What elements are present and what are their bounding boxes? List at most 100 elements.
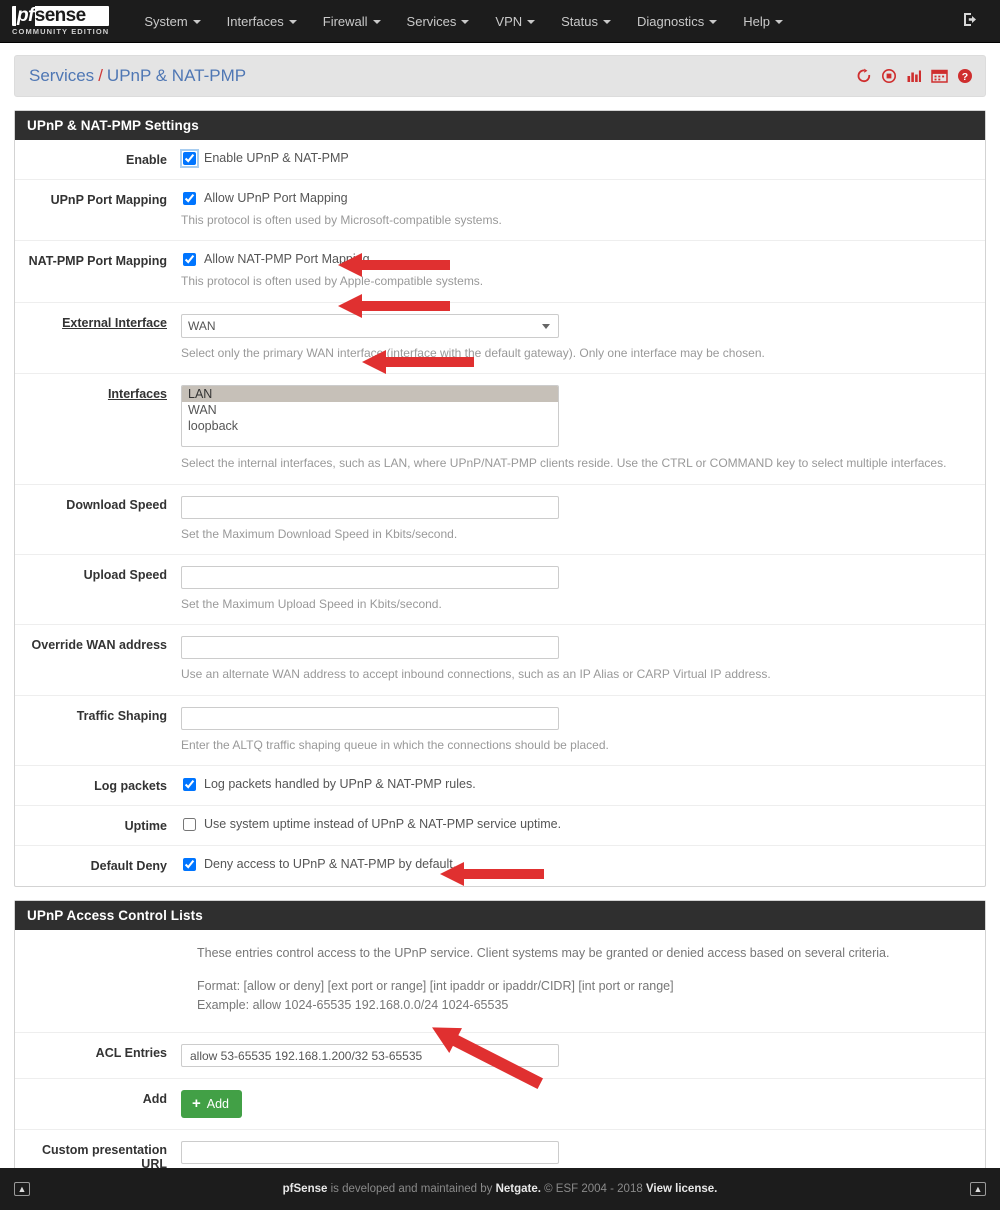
acl-example-line: Example: allow 1024-65535 192.168.0.0/24… <box>197 997 509 1012</box>
help-icon[interactable]: ? <box>957 68 973 84</box>
log-packets-checkbox[interactable] <box>183 777 196 791</box>
nav-item-help[interactable]: Help <box>730 2 796 41</box>
log-packets-checkbox-line[interactable]: Log packets handled by UPnP & NAT-PMP ru… <box>181 777 969 791</box>
add-row: Add + Add <box>15 1079 985 1131</box>
interfaces-option-lan[interactable]: LAN <box>182 386 558 402</box>
logout-glyph <box>964 12 976 26</box>
external-interface-select[interactable]: WAN LAN loopback <box>181 313 559 338</box>
stop-glyph <box>882 69 896 83</box>
acl-panel-title: UPnP Access Control Lists <box>15 901 985 931</box>
brand-subtitle: COMMUNITY EDITION <box>12 27 110 36</box>
natpmp-port-mapping-control: Allow NAT-PMP Port Mapping This protocol… <box>181 252 985 290</box>
enable-checkbox-label: Enable UPnP & NAT-PMP <box>204 151 349 165</box>
brand-sense: sense <box>34 5 86 26</box>
log-packets-checkbox-label: Log packets handled by UPnP & NAT-PMP ru… <box>204 777 476 792</box>
uptime-checkbox-label: Use system uptime instead of UPnP & NAT-… <box>204 817 562 832</box>
add-acl-button[interactable]: + Add <box>181 1090 243 1119</box>
footer-right-icon[interactable]: ▲ <box>970 1182 986 1196</box>
upnp-port-mapping-label: UPnP Port Mapping <box>50 193 167 207</box>
nav-item-status[interactable]: Status <box>548 2 624 41</box>
chevron-down-icon <box>774 20 783 25</box>
external-interface-label[interactable]: External Interface <box>15 314 181 362</box>
enable-checkbox[interactable] <box>180 148 199 168</box>
plus-icon: + <box>192 1095 201 1113</box>
add-label: Add <box>142 1092 167 1107</box>
acl-entries-input[interactable] <box>181 1044 559 1068</box>
uptime-checkbox-line[interactable]: Use system uptime instead of UPnP & NAT-… <box>181 817 969 831</box>
default-deny-checkbox-line[interactable]: Deny access to UPnP & NAT-PMP by default… <box>181 857 969 871</box>
traffic-shaping-row: Traffic Shaping Enter the ALTQ traffic s… <box>15 696 985 767</box>
nav-item-diagnostics[interactable]: Diagnostics <box>624 2 730 41</box>
footer-company: Netgate. <box>495 1183 541 1195</box>
navbar-menu: System Interfaces Firewall Services VPN … <box>131 2 957 41</box>
top-navbar: pfsense COMMUNITY EDITION System Interfa… <box>0 0 1000 43</box>
question-circle-glyph: ? <box>958 69 972 83</box>
nav-item-interfaces[interactable]: Interfaces <box>214 2 310 41</box>
upnp-port-mapping-checkbox-label: Allow UPnP Port Mapping <box>204 191 348 205</box>
external-interface-row: External Interface WAN LAN loopback Sele… <box>15 303 985 375</box>
upnp-port-mapping-checkbox[interactable] <box>183 191 196 205</box>
natpmp-port-mapping-checkbox[interactable] <box>183 252 196 266</box>
default-deny-label: Default Deny <box>90 859 167 874</box>
uptime-label: Uptime <box>124 819 167 834</box>
add-control: + Add <box>181 1090 985 1119</box>
download-speed-input[interactable] <box>181 495 559 519</box>
bar-chart-glyph <box>907 70 921 82</box>
stop-service-icon[interactable] <box>881 68 897 84</box>
interfaces-option-wan[interactable]: WAN <box>182 402 558 418</box>
nav-item-services[interactable]: Services <box>394 2 483 41</box>
nav-label: System <box>144 13 188 29</box>
nav-item-vpn[interactable]: VPN <box>482 2 548 41</box>
breadcrumb-separator: / <box>98 66 103 85</box>
acl-format-block: Format: [allow or deny] [ext port or ran… <box>197 977 969 1015</box>
upnp-port-mapping-help: This protocol is often used by Microsoft… <box>181 213 502 227</box>
interfaces-control: LAN WAN loopback Select the internal int… <box>181 385 985 472</box>
uptime-control: Use system uptime instead of UPnP & NAT-… <box>181 817 985 834</box>
default-deny-row: Default Deny Deny access to UPnP & NAT-P… <box>15 846 985 886</box>
breadcrumb-parent[interactable]: Services <box>29 66 94 85</box>
natpmp-port-mapping-help: This protocol is often used by Apple-com… <box>181 274 484 289</box>
interfaces-multiselect[interactable]: LAN WAN loopback <box>181 385 559 448</box>
upload-speed-input[interactable] <box>181 565 559 589</box>
breadcrumb-area: Services / UPnP & NAT-PMP ? <box>0 43 1000 97</box>
traffic-shaping-input[interactable] <box>181 706 559 730</box>
footer-copyright: © ESF 2004 - 2018 <box>540 1183 646 1195</box>
custom-presentation-url-input[interactable] <box>181 1141 559 1165</box>
logout-icon[interactable] <box>957 8 986 35</box>
upnp-port-mapping-checkbox-line[interactable]: Allow UPnP Port Mapping <box>181 191 969 205</box>
nav-label: Status <box>561 13 598 29</box>
default-deny-control: Deny access to UPnP & NAT-PMP by default… <box>181 857 985 875</box>
override-wan-address-input[interactable] <box>181 636 559 660</box>
chevron-down-icon <box>709 20 718 25</box>
interfaces-option-loopback[interactable]: loopback <box>182 418 558 434</box>
acl-entries-control <box>181 1044 985 1068</box>
restart-service-icon[interactable] <box>856 68 872 84</box>
natpmp-port-mapping-label: NAT-PMP Port Mapping <box>28 254 167 269</box>
override-wan-address-control: Use an alternate WAN address to accept i… <box>181 636 985 683</box>
status-graph-icon[interactable] <box>906 68 922 84</box>
natpmp-port-mapping-row: NAT-PMP Port Mapping Allow NAT-PMP Port … <box>15 241 985 303</box>
uptime-checkbox[interactable] <box>183 817 196 831</box>
download-speed-label: Download Speed <box>66 497 167 512</box>
acl-description: These entries control access to the UPnP… <box>197 946 890 961</box>
default-deny-checkbox[interactable] <box>183 857 196 871</box>
chevron-down-icon <box>192 20 201 25</box>
upnp-port-mapping-control: Allow UPnP Port Mapping This protocol is… <box>181 191 985 229</box>
download-speed-help: Set the Maximum Download Speed in Kbits/… <box>181 526 458 541</box>
breadcrumb: Services / UPnP & NAT-PMP <box>29 66 246 86</box>
nav-label: Help <box>743 13 770 29</box>
logs-icon[interactable] <box>931 68 948 84</box>
nav-item-system[interactable]: System <box>131 2 213 41</box>
default-deny-checkbox-label: Deny access to UPnP & NAT-PMP by default… <box>204 857 457 872</box>
nav-label: Firewall <box>322 13 368 29</box>
footer-license-link[interactable]: View license. <box>646 1183 717 1195</box>
enable-checkbox-line[interactable]: Enable UPnP & NAT-PMP <box>180 148 969 168</box>
footer-left-icon[interactable]: ▲ <box>14 1182 30 1196</box>
enable-label: Enable <box>126 153 167 167</box>
natpmp-port-mapping-checkbox-line[interactable]: Allow NAT-PMP Port Mapping <box>181 252 969 266</box>
settings-panel-title: UPnP & NAT-PMP Settings <box>15 111 985 140</box>
pfsense-logo[interactable]: pfsense COMMUNITY EDITION <box>12 5 110 36</box>
acl-entries-label: ACL Entries <box>95 1046 167 1061</box>
chevron-down-icon <box>288 20 297 25</box>
nav-item-firewall[interactable]: Firewall <box>310 2 394 41</box>
